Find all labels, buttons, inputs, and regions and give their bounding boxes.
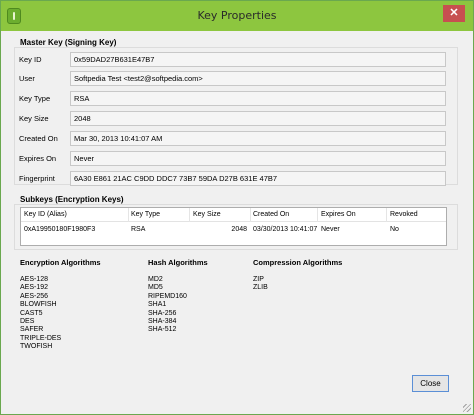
encryption-algorithms-heading: Encryption Algorithms <box>20 258 101 267</box>
list-item: ZLIB <box>253 284 268 292</box>
window-title: Key Properties <box>197 9 277 22</box>
cell-key-id: 0xA19950180F1980F3 <box>24 226 96 233</box>
list-item: TRIPLE-DES <box>20 334 62 342</box>
column-divider[interactable] <box>317 208 318 222</box>
cell-key-type: RSA <box>131 226 146 233</box>
list-item: TWOFISH <box>20 343 53 351</box>
list-item: SHA-256 <box>148 309 177 317</box>
created-on-field[interactable]: Mar 30, 2013 10:41:07 AM <box>70 131 446 146</box>
title-bar[interactable]: Key Properties ✕ <box>1 1 473 31</box>
key-size-label: Key Size <box>19 114 49 123</box>
column-header-expires-on[interactable]: Expires On <box>321 208 356 221</box>
column-header-revoked[interactable]: Revoked <box>390 208 418 221</box>
list-item: SHA1 <box>148 301 167 309</box>
list-item: DES <box>20 318 35 326</box>
subkeys-table[interactable]: Key ID (Alias) Key Type Key Size Created… <box>20 207 447 246</box>
subkeys-heading: Subkeys (Encryption Keys) <box>20 195 124 204</box>
expires-on-field[interactable]: Never <box>70 151 446 166</box>
encryption-algorithms-list: AES-128 AES-192 AES-256 BLOWFISH CAST5 D… <box>20 276 61 352</box>
column-divider[interactable] <box>128 208 129 222</box>
list-item: AES-256 <box>20 292 49 300</box>
subkeys-table-header: Key ID (Alias) Key Type Key Size Created… <box>21 208 446 222</box>
column-header-key-type[interactable]: Key Type <box>131 208 160 221</box>
key-type-field[interactable]: RSA <box>70 91 446 106</box>
list-item: RIPEMD160 <box>148 292 187 300</box>
hash-algorithms-heading: Hash Algorithms <box>148 258 208 267</box>
close-button[interactable]: Close <box>412 375 449 392</box>
list-item: MD5 <box>148 284 163 292</box>
list-item: SAFER <box>20 326 44 334</box>
column-header-created-on[interactable]: Created On <box>253 208 289 221</box>
column-header-key-id[interactable]: Key ID (Alias) <box>24 208 67 221</box>
list-item: AES-192 <box>20 284 49 292</box>
key-id-field[interactable]: 0x59DAD27B631E47B7 <box>70 52 446 67</box>
list-item: CAST5 <box>20 309 43 317</box>
list-item: MD2 <box>148 276 163 283</box>
hash-algorithms-list: MD2 MD5 RIPEMD160 SHA1 SHA-256 SHA-384 S… <box>148 276 187 335</box>
list-item: ZIP <box>253 276 264 283</box>
key-type-label: Key Type <box>19 94 51 103</box>
master-key-heading: Master Key (Signing Key) <box>20 38 117 47</box>
column-header-key-size[interactable]: Key Size <box>193 208 221 221</box>
key-id-label: Key ID <box>19 55 42 64</box>
column-divider[interactable] <box>386 208 387 222</box>
fingerprint-field[interactable]: 6A30 E861 21AC C9DD DDC7 73B7 59DA D27B … <box>70 171 446 186</box>
list-item: AES-128 <box>20 276 49 283</box>
table-row[interactable]: 0xA19950180F1980F3 RSA 2048 03/30/2013 1… <box>21 223 446 237</box>
user-field[interactable]: Softpedia Test <test2@softpedia.com> <box>70 71 446 86</box>
compression-algorithms-list: ZIP ZLIB <box>253 276 268 293</box>
window-close-icon[interactable]: ✕ <box>443 5 465 22</box>
cell-revoked: No <box>390 226 399 233</box>
cell-expires-on: Never <box>321 226 340 233</box>
key-size-field[interactable]: 2048 <box>70 111 446 126</box>
column-divider[interactable] <box>189 208 190 222</box>
compression-algorithms-heading: Compression Algorithms <box>253 258 343 267</box>
expires-on-label: Expires On <box>19 154 57 163</box>
list-item: SHA-512 <box>148 326 177 334</box>
key-properties-window: Key Properties ✕ Master Key (Signing Key… <box>0 0 474 415</box>
created-on-label: Created On <box>19 134 58 143</box>
user-label: User <box>19 74 35 83</box>
list-item: BLOWFISH <box>20 301 57 309</box>
resize-grip-icon[interactable] <box>463 404 471 412</box>
list-item: SHA-384 <box>148 318 177 326</box>
column-divider[interactable] <box>250 208 251 222</box>
cell-created-on: 03/30/2013 10:41:07 <box>253 226 318 233</box>
cell-key-size: 2048 <box>231 226 247 233</box>
fingerprint-label: Fingerprint <box>19 174 55 183</box>
